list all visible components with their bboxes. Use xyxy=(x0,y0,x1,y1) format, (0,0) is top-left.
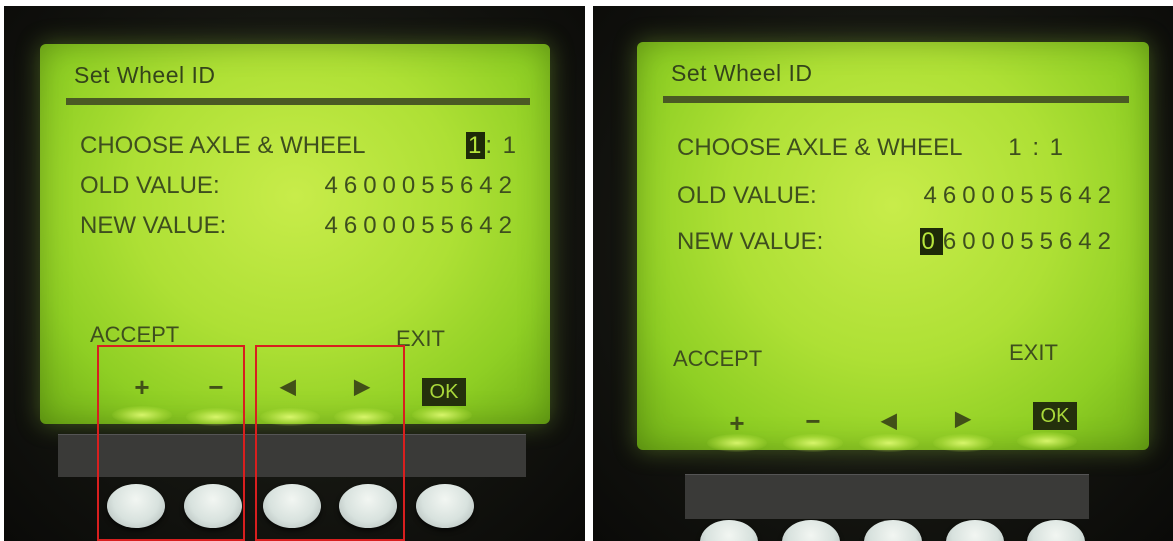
bezel-strip xyxy=(685,474,1089,519)
exit-softkey-label: EXIT xyxy=(1009,340,1058,365)
screen-title: Set Wheel ID xyxy=(74,62,216,88)
key-glow xyxy=(1017,432,1077,450)
new-value-rest: 600055642 xyxy=(942,228,1117,255)
new-value: 4600055642 xyxy=(324,212,518,239)
key-glow xyxy=(933,434,993,452)
highlight-arrow-keys xyxy=(255,345,405,541)
left-hardware-button[interactable] xyxy=(864,520,922,541)
key-glow xyxy=(707,434,767,452)
right-hardware-button[interactable] xyxy=(946,520,1004,541)
old-value: 4600055642 xyxy=(324,172,518,199)
device-photo-left: Set Wheel ID CHOOSE AXLE & WHEEL 1: 1 OL… xyxy=(4,6,585,541)
left-arrow-icon: ◀ xyxy=(881,410,897,432)
minus-icon: − xyxy=(805,406,821,436)
plus-hardware-button[interactable] xyxy=(700,520,758,541)
title-divider xyxy=(663,96,1129,103)
new-value-label: NEW VALUE: xyxy=(80,212,227,239)
key-glow xyxy=(412,406,472,424)
screen-title: Set Wheel ID xyxy=(671,60,813,86)
old-value-label: OLD VALUE: xyxy=(677,182,817,209)
ok-icon: OK xyxy=(1033,402,1077,430)
key-glow xyxy=(783,434,843,452)
accept-softkey-label: ACCEPT xyxy=(673,346,763,371)
axle-cursor[interactable]: 1 xyxy=(465,132,486,159)
choose-axle-wheel-label: CHOOSE AXLE & WHEEL xyxy=(80,132,366,159)
old-value-label: OLD VALUE: xyxy=(80,172,220,199)
highlight-plus-minus-keys xyxy=(97,345,245,541)
right-arrow-icon: ▶ xyxy=(955,408,971,430)
axle-wheel-value: 1 : 1 xyxy=(1008,134,1065,161)
choose-axle-wheel-label: CHOOSE AXLE & WHEEL xyxy=(677,134,963,161)
new-value-label: NEW VALUE: xyxy=(677,228,824,255)
old-value: 4600055642 xyxy=(923,182,1117,209)
ok-icon: OK xyxy=(422,378,466,406)
digit-cursor[interactable]: 0 xyxy=(919,228,943,255)
key-glow xyxy=(859,434,919,452)
device-photo-right: Set Wheel ID CHOOSE AXLE & WHEEL 1 : 1 O… xyxy=(593,6,1173,541)
title-divider xyxy=(66,98,530,105)
ok-hardware-button[interactable] xyxy=(1027,520,1085,541)
ok-hardware-button[interactable] xyxy=(416,484,474,528)
wheel-number: : 1 xyxy=(485,132,518,159)
axle-wheel-value: 1: 1 xyxy=(465,132,518,160)
new-value: 0600055642 xyxy=(919,228,1118,256)
lcd-screen: Set Wheel ID CHOOSE AXLE & WHEEL 1 : 1 O… xyxy=(637,42,1149,452)
minus-hardware-button[interactable] xyxy=(782,520,840,541)
